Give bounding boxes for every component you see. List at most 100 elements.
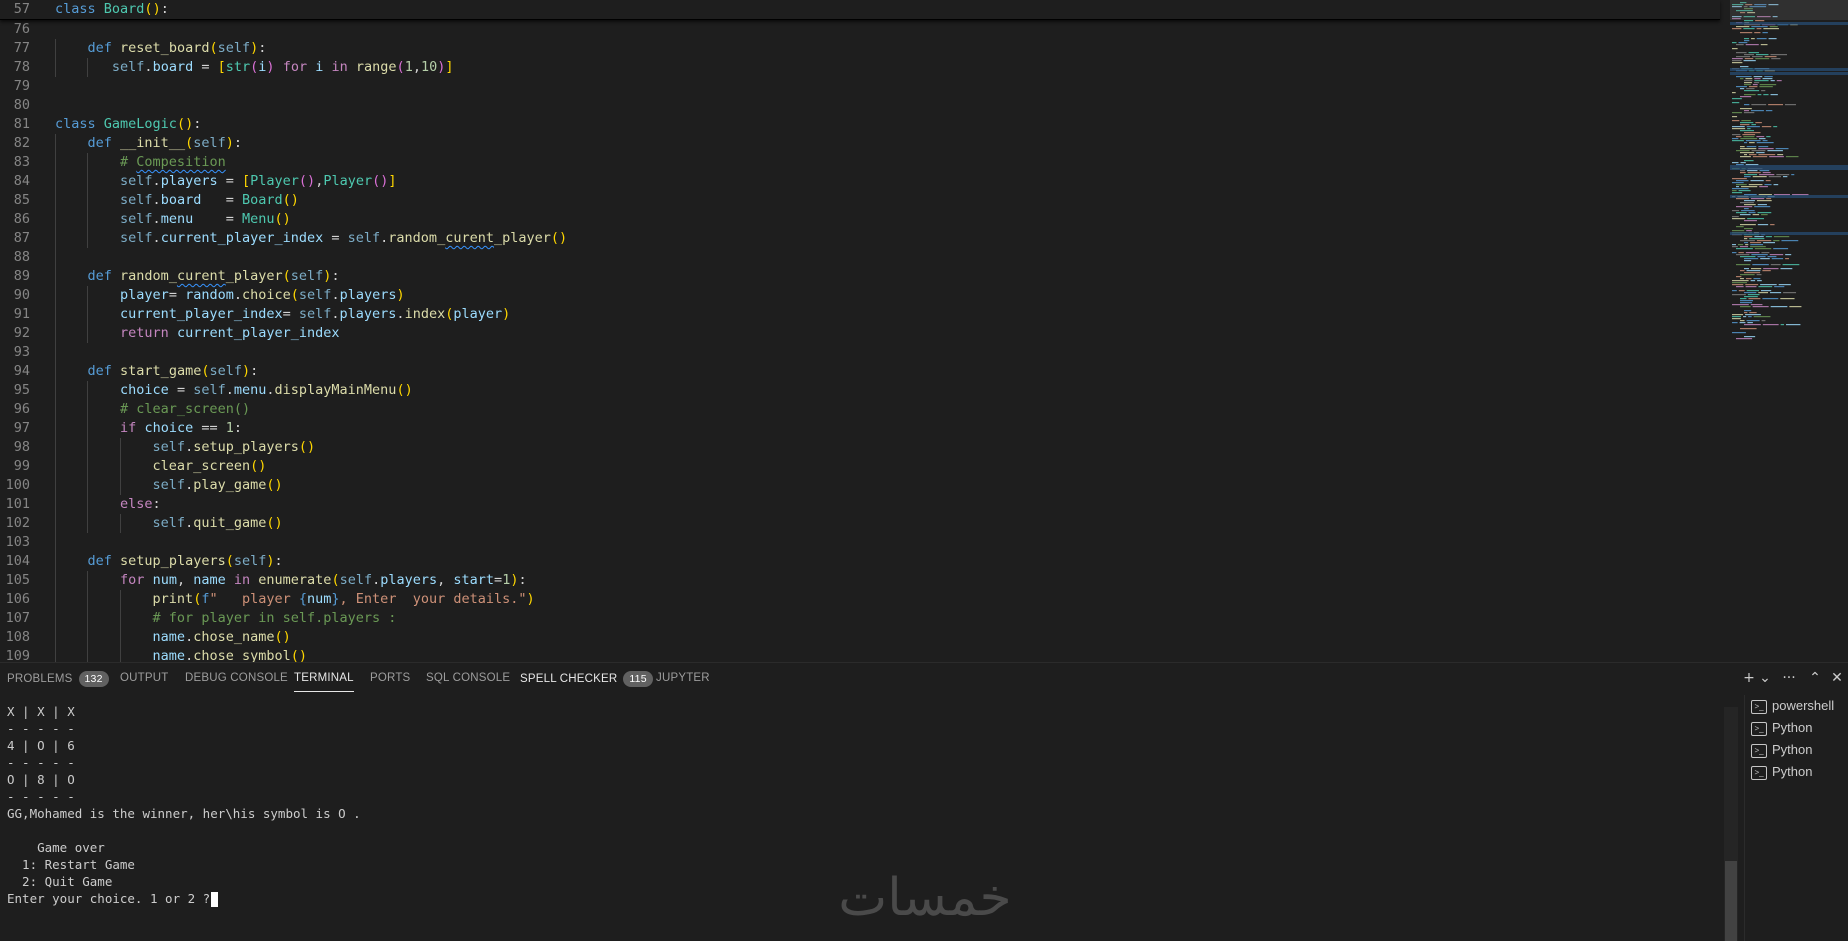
code-line[interactable]: 97 if choice == 1: <box>0 419 1720 438</box>
line-source: player= random.choice(self.players) <box>55 286 405 305</box>
code-token: ) <box>290 192 299 208</box>
tab-terminal[interactable]: TERMINAL <box>294 671 354 692</box>
line-number: 93 <box>13 344 30 360</box>
code-lines[interactable]: 57 class Board(): 76 77 def reset_board(sel… <box>0 0 1720 662</box>
code-line[interactable]: 57 class Board(): <box>0 0 1720 20</box>
minimap-line <box>1732 188 1749 190</box>
code-line[interactable]: 96 # clear_screen() <box>0 400 1720 419</box>
terminal-instance-item[interactable]: >_ Python <box>1745 761 1848 783</box>
tab-output[interactable]: OUTPUT <box>120 671 168 691</box>
code-line[interactable]: 108 name.chose_name() <box>0 628 1720 647</box>
terminal-scrollbar-thumb[interactable] <box>1725 861 1737 941</box>
code-line[interactable]: 78 self.board = [str(i) for i in range(1… <box>0 58 1720 77</box>
code-line[interactable]: 83 # Compesition <box>0 153 1720 172</box>
tab-debug-console[interactable]: DEBUG CONSOLE <box>185 671 288 691</box>
minimap-line <box>1736 180 1749 182</box>
code-token: random_ <box>120 268 177 284</box>
code-line[interactable]: 98 self.setup_players() <box>0 438 1720 457</box>
minimap-highlight <box>1730 195 1848 198</box>
code-line[interactable]: 95 choice = self.menu.displayMainMenu() <box>0 381 1720 400</box>
terminal-instance-label: Python <box>1772 720 1813 735</box>
more-actions-icon[interactable]: ··· <box>1778 667 1800 689</box>
tab-jupyter[interactable]: JUPYTER <box>656 671 710 691</box>
code-line[interactable]: 76 <box>0 20 1720 39</box>
minimap-line <box>1764 184 1772 186</box>
minimap-line <box>1747 218 1764 220</box>
code-line[interactable]: 88 <box>0 248 1720 267</box>
code-token: . <box>152 173 161 189</box>
tab-sql-console[interactable]: SQL CONSOLE <box>426 671 510 691</box>
code-line[interactable]: 109 name.chose_symbol() <box>0 647 1720 662</box>
line-source: self.quit_game() <box>55 514 283 533</box>
code-line[interactable]: 107 # for player in self.players : <box>0 609 1720 628</box>
minimap-line <box>1758 146 1769 148</box>
code-token: . <box>185 648 194 662</box>
line-source: clear_screen() <box>55 457 267 476</box>
terminal-dropdown-icon[interactable]: ⌄ <box>1754 667 1776 689</box>
code-line[interactable]: 86 self.menu = Menu() <box>0 210 1720 229</box>
line-source: self.play_game() <box>55 476 283 495</box>
tab-ports[interactable]: PORTS <box>370 671 410 691</box>
code-line[interactable]: 77 def reset_board(self): <box>0 39 1720 58</box>
minimap-line <box>1756 28 1762 30</box>
minimap-line <box>1732 116 1738 118</box>
minimap-line <box>1762 140 1768 142</box>
minimap-line <box>1755 122 1762 124</box>
minimap[interactable] <box>1730 0 1848 662</box>
code-line[interactable]: 104 def setup_players(self): <box>0 552 1720 571</box>
minimap-line <box>1732 162 1739 164</box>
code-line[interactable]: 100 self.play_game() <box>0 476 1720 495</box>
code-line[interactable]: 82 def __init__(self): <box>0 134 1720 153</box>
minimap-line <box>1744 260 1752 262</box>
minimap-line <box>1732 218 1746 220</box>
code-token: ( <box>550 230 560 246</box>
code-token: name <box>152 648 186 662</box>
minimap-line <box>1762 270 1771 272</box>
tab-label: SQL CONSOLE <box>426 672 511 684</box>
code-line[interactable]: 101 else: <box>0 495 1720 514</box>
code-token: . <box>152 211 161 227</box>
code-line[interactable]: 87 self.current_player_index = self.rand… <box>0 229 1720 248</box>
code-line[interactable]: 103 <box>0 533 1720 552</box>
minimap-line <box>1747 128 1751 130</box>
tab-spell-checker[interactable]: SPELL CHECKER 115 <box>520 671 653 691</box>
code-line[interactable]: 93 <box>0 343 1720 362</box>
tab-problems[interactable]: PROBLEMS 132 <box>7 671 109 691</box>
code-line[interactable]: 85 self.board = Board() <box>0 191 1720 210</box>
minimap-line <box>1740 270 1745 272</box>
code-line[interactable]: 80 <box>0 96 1720 115</box>
code-line[interactable]: 92 return current_player_index <box>0 324 1720 343</box>
minimap-line <box>1752 176 1767 178</box>
minimap-line <box>1745 78 1753 80</box>
code-token: play_game <box>193 477 267 493</box>
minimap-slider[interactable] <box>1730 0 1848 20</box>
minimap-line <box>1732 304 1749 306</box>
terminal-instance-item[interactable]: >_ Python <box>1745 717 1848 739</box>
code-line[interactable]: 81 class GameLogic(): <box>0 115 1720 134</box>
code-line[interactable]: 102 self.quit_game() <box>0 514 1720 533</box>
code-line[interactable]: 90 player= random.choice(self.players) <box>0 286 1720 305</box>
terminal-instance-item[interactable]: >_ powershell <box>1745 695 1848 717</box>
code-line[interactable]: 94 def start_game(self): <box>0 362 1720 381</box>
code-line[interactable]: 105 for num, name in enumerate(self.play… <box>0 571 1720 590</box>
code-editor[interactable]: 57 class Board(): 76 77 def reset_board(sel… <box>0 0 1848 662</box>
code-line[interactable]: 99 clear_screen() <box>0 457 1720 476</box>
minimap-line <box>1741 210 1755 212</box>
maximize-panel-icon[interactable]: ⌃ <box>1804 667 1826 689</box>
code-line[interactable]: 84 self.players = [Player(),Player()] <box>0 172 1720 191</box>
line-source: choice = self.menu.displayMainMenu() <box>55 381 413 400</box>
close-panel-icon[interactable]: ✕ <box>1826 667 1848 689</box>
code-line[interactable]: 106 print(f" player {num}, Enter your de… <box>0 590 1720 609</box>
code-line[interactable]: 91 current_player_index= self.players.in… <box>0 305 1720 324</box>
terminal-instance-item[interactable]: >_ Python <box>1745 739 1848 761</box>
code-token: : <box>233 420 243 436</box>
code-token: 10 <box>420 59 438 75</box>
terminal-line: - - - - - <box>7 721 75 736</box>
code-line[interactable]: 79 <box>0 77 1720 96</box>
code-line[interactable]: 89 def random_curent_player(self): <box>0 267 1720 286</box>
terminal-icon: >_ <box>1751 699 1767 714</box>
terminal-scrollbar[interactable] <box>1724 707 1738 941</box>
